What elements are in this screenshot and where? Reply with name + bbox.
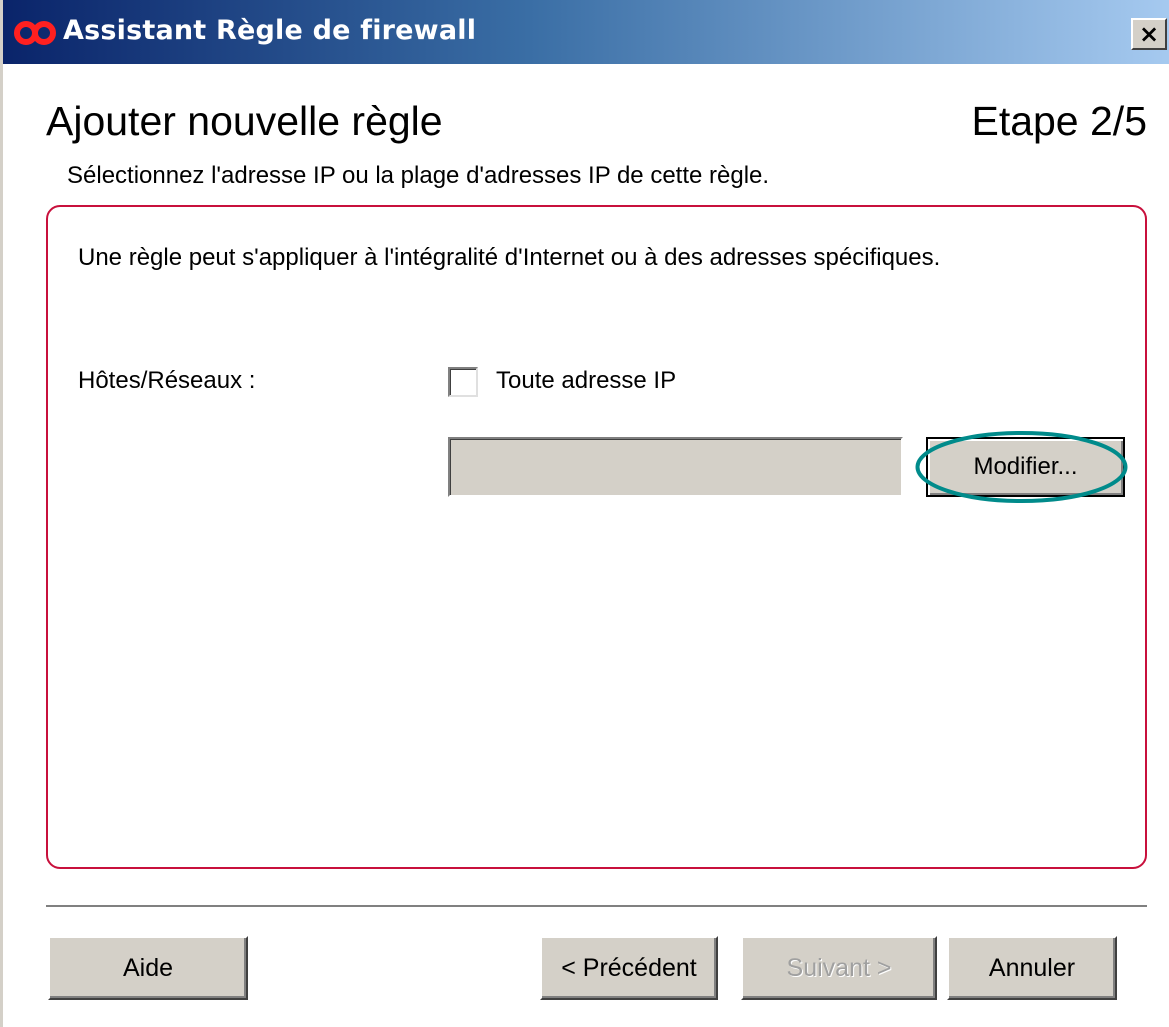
title-bar[interactable]: Assistant Règle de firewall × xyxy=(3,0,1169,64)
modify-button[interactable]: Modifier... xyxy=(926,437,1125,497)
any-ip-checkbox-label[interactable]: Toute adresse IP xyxy=(496,367,676,395)
previous-button[interactable]: < Précédent xyxy=(540,936,718,1000)
any-ip-checkbox[interactable] xyxy=(448,367,478,397)
window-title: Assistant Règle de firewall xyxy=(63,15,477,46)
footer-separator xyxy=(46,905,1147,908)
hosts-networks-label: Hôtes/Réseaux : xyxy=(78,367,256,394)
address-panel: Une règle peut s'appliquer à l'intégrali… xyxy=(46,205,1147,869)
page-title: Ajouter nouvelle règle xyxy=(46,98,443,144)
step-indicator: Etape 2/5 xyxy=(971,98,1147,144)
close-icon: × xyxy=(1138,20,1160,48)
infinity-logo-icon xyxy=(14,21,56,45)
cancel-button[interactable]: Annuler xyxy=(947,936,1117,1000)
panel-description: Une règle peut s'appliquer à l'intégrali… xyxy=(78,244,941,271)
page-subtitle: Sélectionnez l'adresse IP ou la plage d'… xyxy=(67,162,770,189)
ip-address-field[interactable] xyxy=(448,437,903,497)
help-button[interactable]: Aide xyxy=(48,936,248,1000)
firewall-rule-wizard-window: Assistant Règle de firewall × Ajouter no… xyxy=(0,0,1169,1027)
next-button: Suivant > xyxy=(741,936,937,1000)
close-button[interactable]: × xyxy=(1131,18,1167,50)
